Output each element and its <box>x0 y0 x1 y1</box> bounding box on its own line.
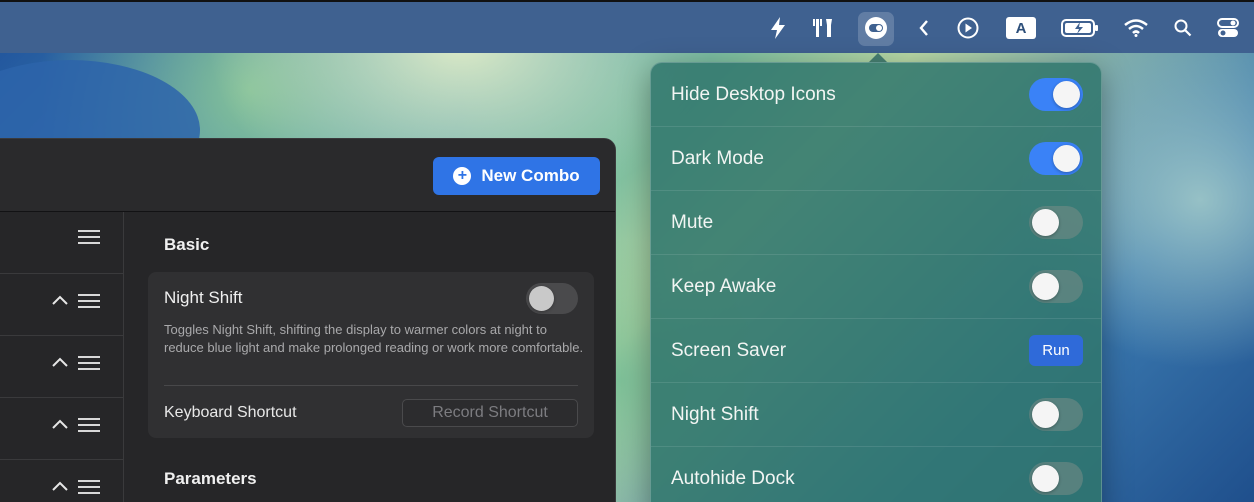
list-item[interactable] <box>0 460 124 502</box>
chevron-up-icon[interactable] <box>52 292 68 310</box>
input-source-icon[interactable]: A <box>1006 14 1036 42</box>
record-shortcut-button[interactable]: Record Shortcut <box>402 399 578 427</box>
battery-icon[interactable] <box>1060 14 1100 42</box>
search-icon[interactable] <box>1172 14 1194 42</box>
play-circle-icon[interactable] <box>955 14 981 42</box>
dropdown-item-label: Night Shift <box>671 403 759 425</box>
app-window: + New Combo Basic Night Shift Toggles Ni… <box>0 138 616 502</box>
combo-sidebar <box>0 212 124 502</box>
control-center-icon[interactable] <box>1216 14 1240 42</box>
dropdown-item-autohide-dock[interactable]: Autohide Dock <box>651 447 1101 502</box>
tools-icon[interactable] <box>811 14 837 42</box>
screen-saver-run-button[interactable]: Run <box>1029 335 1083 366</box>
dark-mode-toggle[interactable] <box>1029 142 1083 175</box>
dropdown-item-hide-desktop-icons[interactable]: Hide Desktop Icons <box>651 63 1101 127</box>
chevron-up-icon[interactable] <box>52 478 68 496</box>
dropdown-item-label: Keep Awake <box>671 275 777 297</box>
night-shift-card-toggle[interactable] <box>526 283 578 314</box>
card-title: Night Shift <box>164 288 243 307</box>
night-shift-card: Night Shift Toggles Night Shift, shiftin… <box>148 272 594 438</box>
drag-handle-icon[interactable] <box>78 480 100 494</box>
chevron-up-icon[interactable] <box>52 416 68 434</box>
keyboard-shortcut-label: Keyboard Shortcut <box>164 404 297 421</box>
new-combo-button[interactable]: + New Combo <box>433 157 600 195</box>
dropdown-item-label: Mute <box>671 211 714 233</box>
dropdown-item-screen-saver[interactable]: Screen Saver Run <box>651 319 1101 383</box>
dropdown-item-keep-awake[interactable]: Keep Awake <box>651 255 1101 319</box>
menu-bar: A <box>0 0 1254 53</box>
list-item[interactable] <box>0 274 124 336</box>
toggle-icon[interactable] <box>862 14 890 42</box>
chevron-left-icon[interactable] <box>914 14 934 42</box>
autohide-dock-toggle[interactable] <box>1029 462 1083 495</box>
dropdown-item-dark-mode[interactable]: Dark Mode <box>651 127 1101 191</box>
chevron-up-icon[interactable] <box>52 354 68 372</box>
divider <box>164 385 578 386</box>
dropdown-item-label: Autohide Dock <box>671 467 795 489</box>
dropdown-item-night-shift[interactable]: Night Shift <box>651 383 1101 447</box>
new-combo-label: New Combo <box>481 166 580 185</box>
drag-handle-icon[interactable] <box>78 418 100 432</box>
quick-toggles-dropdown: Hide Desktop Icons Dark Mode Mute Keep A… <box>650 62 1102 502</box>
drag-handle-icon[interactable] <box>78 230 100 244</box>
wifi-icon[interactable] <box>1122 14 1150 42</box>
dropdown-item-mute[interactable]: Mute <box>651 191 1101 255</box>
list-item[interactable] <box>0 398 124 460</box>
hide-desktop-icons-toggle[interactable] <box>1029 78 1083 111</box>
plus-circle-icon: + <box>453 167 472 185</box>
dropdown-item-label: Hide Desktop Icons <box>671 83 836 105</box>
basic-section-title: Basic <box>164 235 210 254</box>
parameters-section-title: Parameters <box>164 469 257 488</box>
drag-handle-icon[interactable] <box>78 356 100 370</box>
dropdown-item-label: Dark Mode <box>671 147 764 169</box>
bolt-icon[interactable] <box>766 14 790 42</box>
keep-awake-toggle[interactable] <box>1029 270 1083 303</box>
drag-handle-icon[interactable] <box>78 294 100 308</box>
night-shift-toggle[interactable] <box>1029 398 1083 431</box>
list-item[interactable] <box>0 336 124 398</box>
mute-toggle[interactable] <box>1029 206 1083 239</box>
window-toolbar: + New Combo <box>0 139 615 212</box>
list-item[interactable] <box>0 212 124 274</box>
combo-detail-panel: Basic Night Shift Toggles Night Shift, s… <box>124 212 615 502</box>
input-source-letter: A <box>1006 17 1036 39</box>
dropdown-item-label: Screen Saver <box>671 339 787 361</box>
card-description: Toggles Night Shift, shifting the displa… <box>164 322 584 355</box>
